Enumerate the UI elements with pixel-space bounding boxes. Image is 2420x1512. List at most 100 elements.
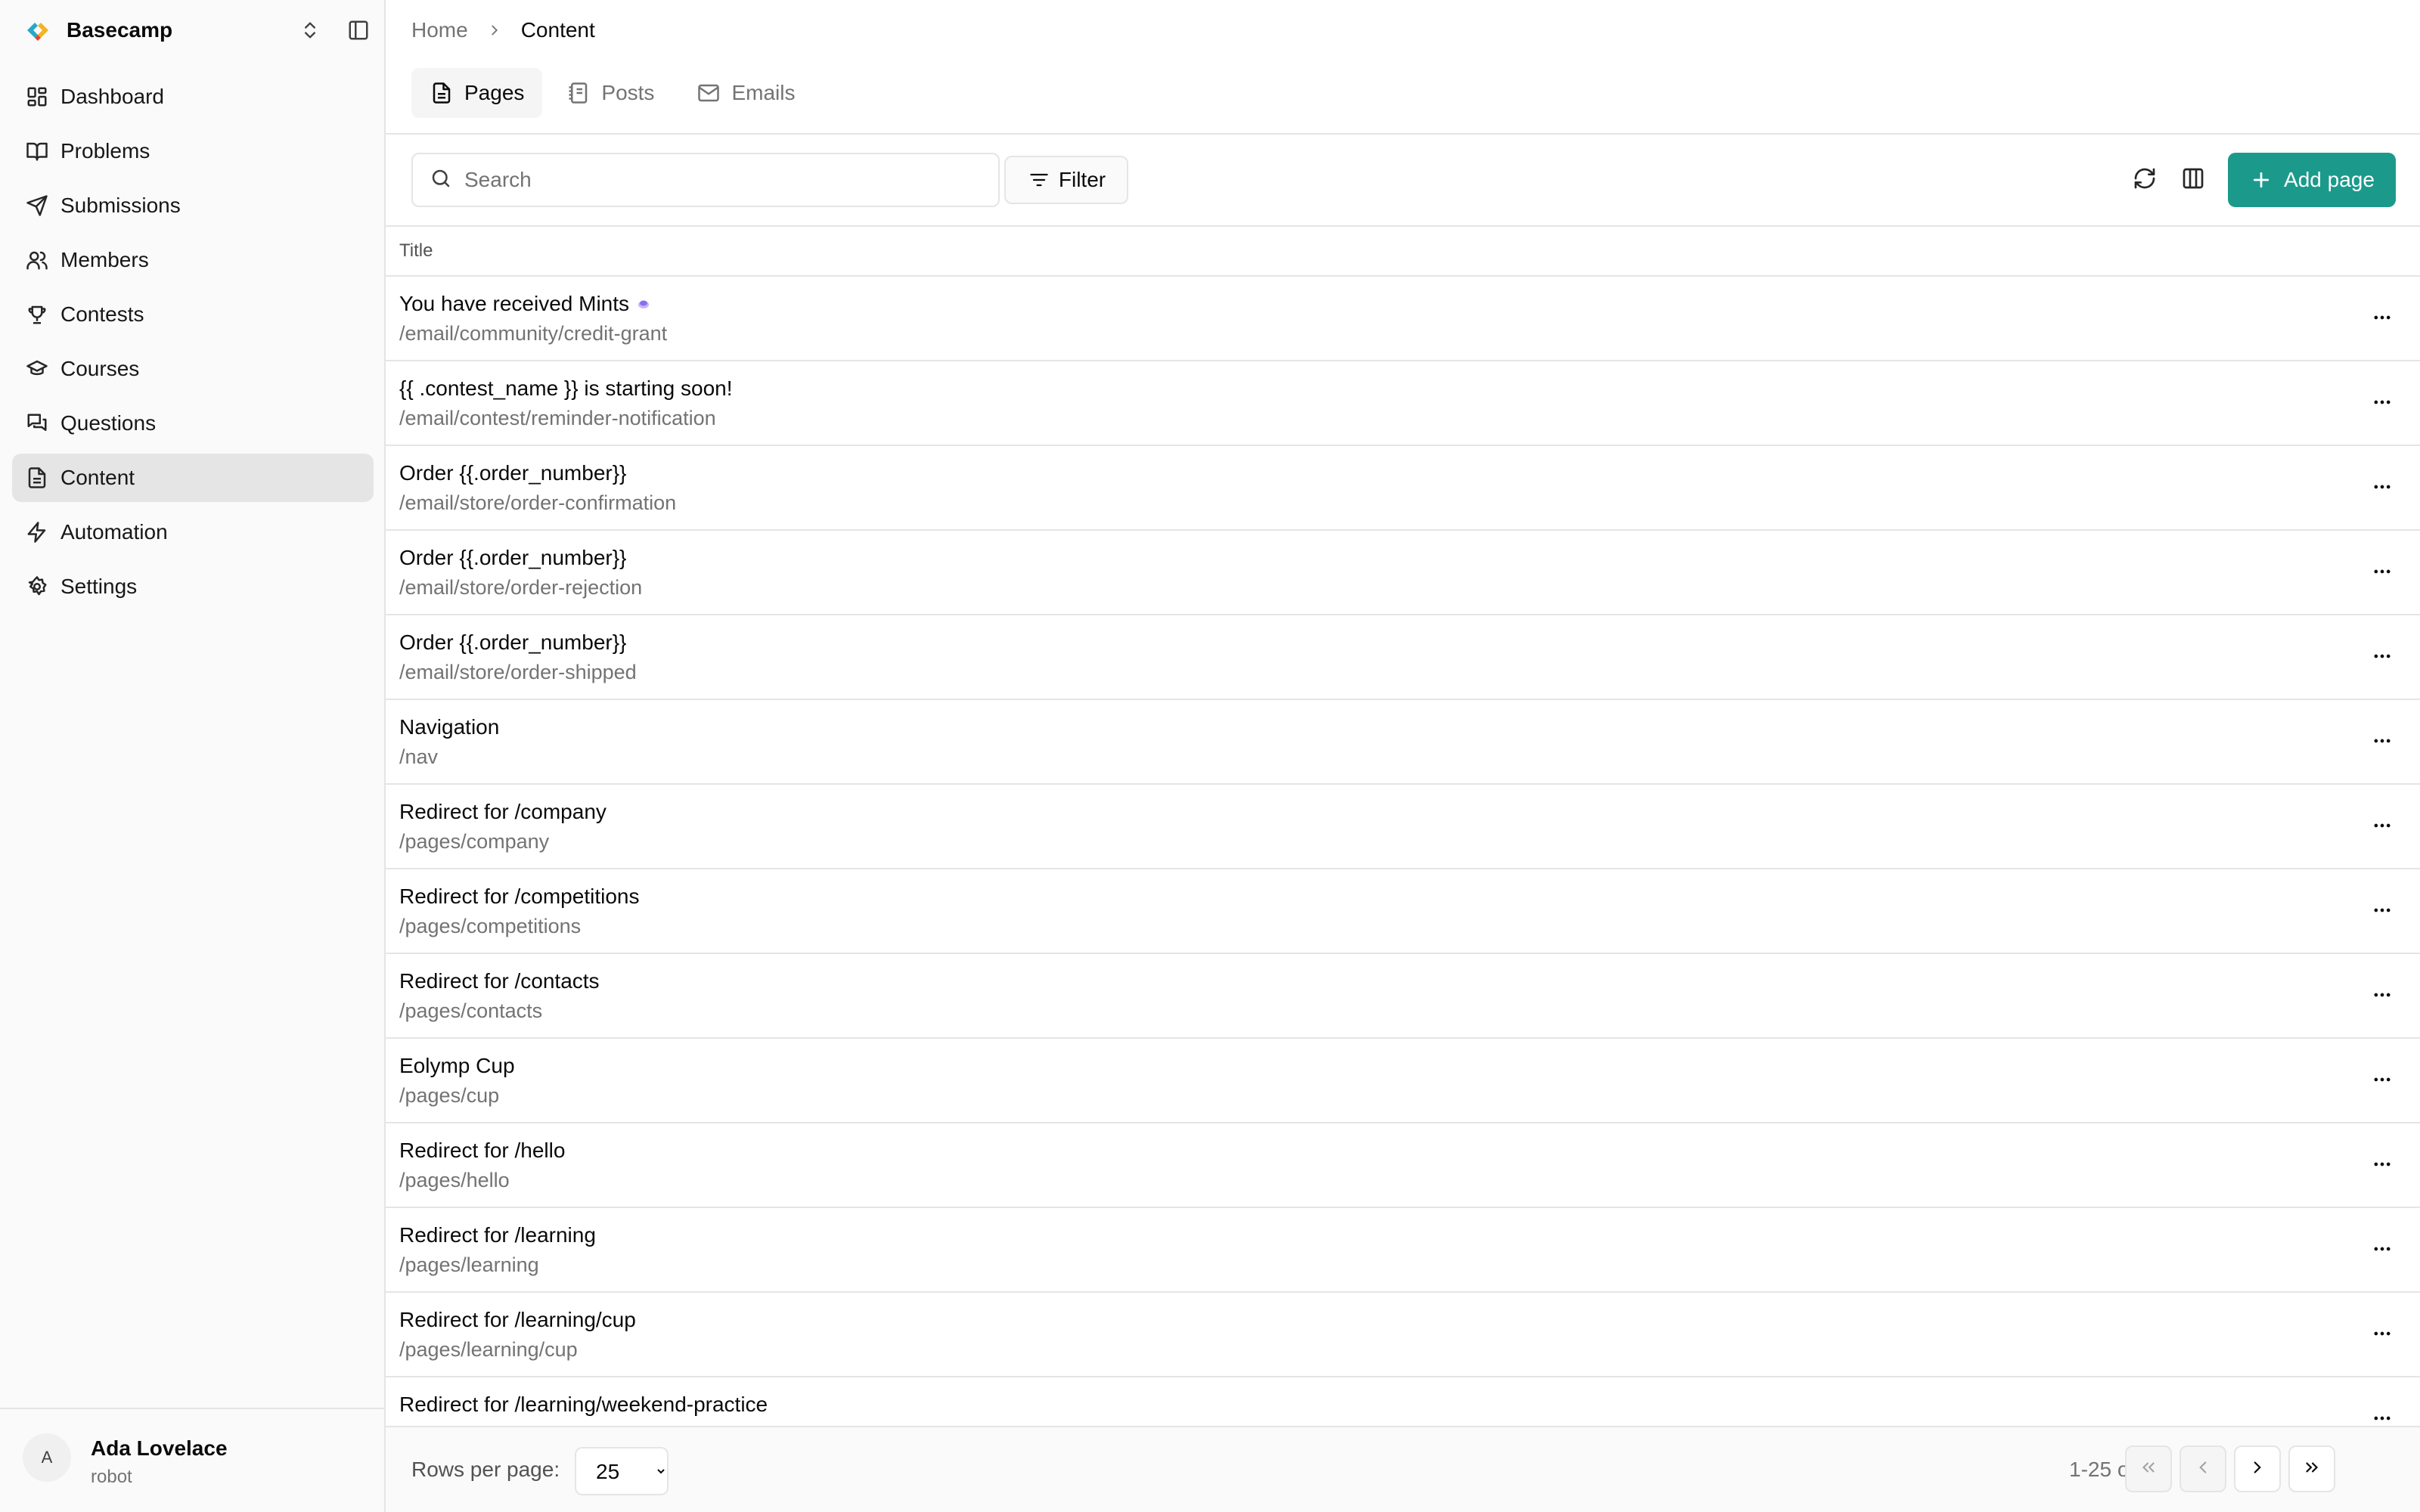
more-horizontal-icon <box>2372 561 2393 586</box>
sidebar-item-members[interactable]: Members <box>12 236 374 284</box>
table-row[interactable]: Navigation /nav <box>386 700 2420 785</box>
tab-emails[interactable]: Emails <box>678 68 813 118</box>
add-page-button[interactable]: Add page <box>2228 153 2396 207</box>
sidebar-item-contests[interactable]: Contests <box>12 290 374 339</box>
row-actions-button[interactable] <box>2366 810 2399 844</box>
zap-icon <box>24 519 50 545</box>
sidebar-toggle-icon[interactable] <box>343 15 374 45</box>
sidebar-item-submissions[interactable]: Submissions <box>12 181 374 230</box>
row-actions-button[interactable] <box>2366 1234 2399 1267</box>
sidebar-item-label: Problems <box>60 139 150 163</box>
next-page-button[interactable] <box>2234 1445 2281 1492</box>
workspace-switcher[interactable]: Basecamp <box>23 14 368 47</box>
row-actions-button[interactable] <box>2366 387 2399 420</box>
refresh-icon <box>2133 166 2157 194</box>
table-row[interactable]: You have received Mints /email/community… <box>386 277 2420 361</box>
row-actions-button[interactable] <box>2366 895 2399 928</box>
row-title: Eolymp Cup <box>399 1054 515 1077</box>
sidebar-item-problems[interactable]: Problems <box>12 127 374 175</box>
row-title: You have received Mints <box>399 292 652 318</box>
messages-icon <box>24 411 50 436</box>
table-row[interactable]: Redirect for /learning/cup /pages/learni… <box>386 1293 2420 1377</box>
row-path: /email/community/credit-grant <box>399 322 668 345</box>
table-row[interactable]: Order {{.order_number}} /email/store/ord… <box>386 531 2420 615</box>
row-title: Order {{.order_number}} <box>399 631 627 654</box>
more-horizontal-icon <box>2372 730 2393 755</box>
rows-per-page-select[interactable]: 25 <box>575 1447 669 1495</box>
sidebar-item-label: Questions <box>60 411 157 435</box>
more-horizontal-icon <box>2372 476 2393 501</box>
row-actions-button[interactable] <box>2366 1318 2399 1352</box>
more-horizontal-icon <box>2372 1238 2393 1263</box>
previous-page-button[interactable] <box>2180 1445 2226 1492</box>
tab-posts[interactable]: Posts <box>548 68 672 118</box>
more-horizontal-icon <box>2372 646 2393 671</box>
table-row[interactable]: Eolymp Cup /pages/cup <box>386 1039 2420 1123</box>
columns-button[interactable] <box>2175 162 2211 198</box>
mail-icon <box>697 81 721 105</box>
more-horizontal-icon <box>2372 815 2393 840</box>
search-box[interactable] <box>411 153 1000 207</box>
sidebar-item-label: Dashboard <box>60 85 164 108</box>
breadcrumb-current: Content <box>520 18 595 42</box>
table-row[interactable]: Redirect for /learning/weekend-practice <box>386 1377 2420 1426</box>
chevrons-left-icon <box>2139 1458 2158 1481</box>
last-page-button[interactable] <box>2288 1445 2335 1492</box>
row-path: /email/store/order-shipped <box>399 661 637 683</box>
workspace-name: Basecamp <box>67 18 173 42</box>
table-row[interactable]: Redirect for /competitions /pages/compet… <box>386 869 2420 954</box>
chevrons-up-down-icon[interactable] <box>295 15 325 45</box>
chevron-right-icon <box>2248 1458 2267 1481</box>
sidebar-item-label: Content <box>60 466 135 489</box>
search-input[interactable] <box>464 168 979 192</box>
add-page-label: Add page <box>2284 168 2375 191</box>
table-row[interactable]: Redirect for /contacts /pages/contacts <box>386 954 2420 1039</box>
row-path: /email/store/order-confirmation <box>399 491 677 514</box>
refresh-button[interactable] <box>2127 162 2163 198</box>
row-path: /pages/competitions <box>399 915 582 937</box>
sidebar-item-content[interactable]: Content <box>12 454 374 502</box>
row-actions-button[interactable] <box>2366 556 2399 590</box>
user-role: robot <box>91 1467 132 1487</box>
user-menu[interactable]: A Ada Lovelace robot <box>0 1408 384 1512</box>
sidebar-item-label: Members <box>60 248 149 271</box>
row-actions-button[interactable] <box>2366 472 2399 505</box>
user-name: Ada Lovelace <box>91 1436 228 1460</box>
row-actions-button[interactable] <box>2366 1403 2399 1426</box>
breadcrumb-home[interactable]: Home <box>411 18 468 42</box>
column-title[interactable]: Title <box>399 240 433 262</box>
sidebar-item-courses[interactable]: Courses <box>12 345 374 393</box>
row-actions-button[interactable] <box>2366 1149 2399 1182</box>
table-row[interactable]: {{ .contest_name }} is starting soon! /e… <box>386 361 2420 446</box>
row-actions-button[interactable] <box>2366 726 2399 759</box>
table-row[interactable]: Redirect for /learning /pages/learning <box>386 1208 2420 1293</box>
users-icon <box>24 247 50 273</box>
row-title: Redirect for /learning/cup <box>399 1308 636 1331</box>
tab-label: Posts <box>601 81 655 104</box>
sidebar-item-dashboard[interactable]: Dashboard <box>12 73 374 121</box>
table-row[interactable]: Redirect for /hello /pages/hello <box>386 1123 2420 1208</box>
row-title: Order {{.order_number}} <box>399 461 627 485</box>
search-icon <box>430 167 452 194</box>
sidebar-item-automation[interactable]: Automation <box>12 508 374 556</box>
table-row[interactable]: Order {{.order_number}} /email/store/ord… <box>386 446 2420 531</box>
basecamp-logo-icon <box>23 15 53 45</box>
filter-button[interactable]: Filter <box>1004 156 1128 204</box>
row-actions-button[interactable] <box>2366 302 2399 336</box>
sidebar-item-settings[interactable]: Settings <box>12 562 374 611</box>
plus-icon <box>2249 168 2273 192</box>
sidebar-nav: Dashboard Problems Submissions Members C… <box>12 73 374 617</box>
row-path: /pages/learning <box>399 1253 539 1276</box>
table-row[interactable]: Redirect for /company /pages/company <box>386 785 2420 869</box>
tab-pages[interactable]: Pages <box>411 68 543 118</box>
more-horizontal-icon <box>2372 392 2393 417</box>
row-actions-button[interactable] <box>2366 980 2399 1013</box>
row-actions-button[interactable] <box>2366 641 2399 674</box>
row-title: Redirect for /company <box>399 800 607 823</box>
table-row[interactable]: Order {{.order_number}} /email/store/ord… <box>386 615 2420 700</box>
row-actions-button[interactable] <box>2366 1064 2399 1098</box>
first-page-button[interactable] <box>2125 1445 2172 1492</box>
sidebar-item-questions[interactable]: Questions <box>12 399 374 448</box>
more-horizontal-icon <box>2372 1154 2393 1179</box>
row-title: Redirect for /hello <box>399 1139 566 1162</box>
